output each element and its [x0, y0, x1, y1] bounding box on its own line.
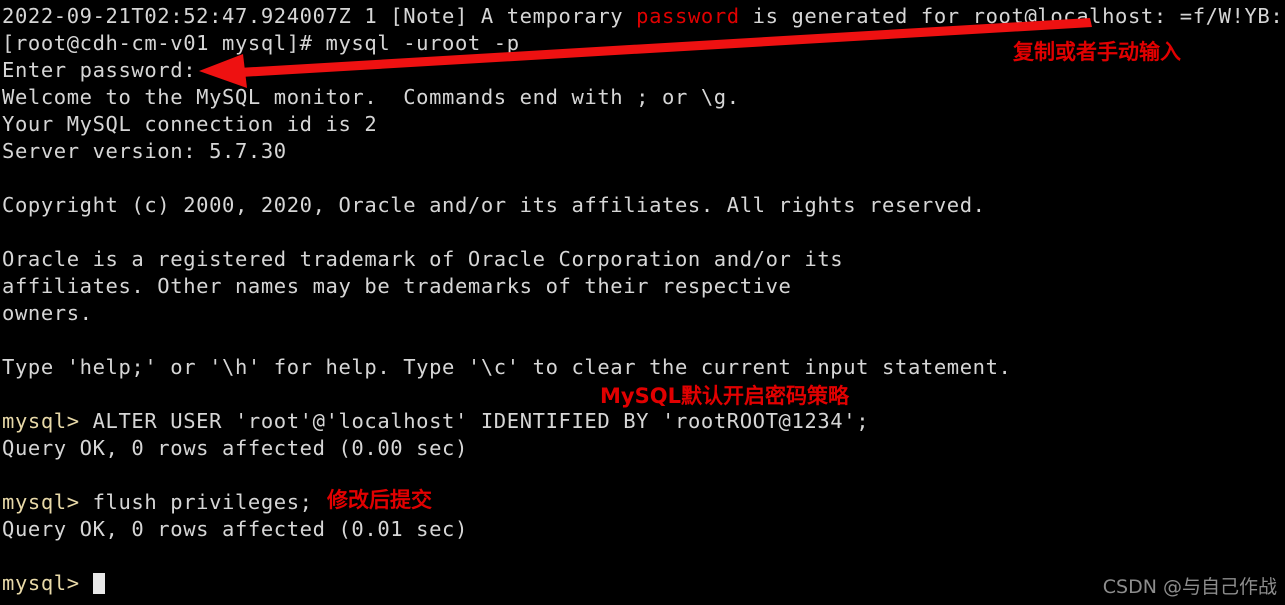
terminal-output: 2022-09-21T02:52:47.924007Z 1 [Note] A t…: [0, 0, 1285, 597]
terminal-line-trademark-line-1: Oracle is a registered trademark of Orac…: [2, 246, 1285, 273]
annotation-password-policy-note: MySQL默认开启密码策略: [600, 384, 849, 408]
terminal-text-normal: Query OK, 0 rows affected (0.00 sec): [2, 436, 468, 460]
terminal-line-copyright-line: Copyright (c) 2000, 2020, Oracle and/or …: [2, 192, 1285, 219]
terminal-text-normal: Your MySQL connection id is 2: [2, 112, 378, 136]
csdn-watermark: CSDN @与自己作战: [1102, 576, 1277, 598]
terminal-line-alter-user-command: mysql> ALTER USER 'root'@'localhost' IDE…: [2, 408, 1285, 435]
terminal-line-blank-6: [2, 543, 1285, 570]
terminal-text-normal: Query OK, 0 rows affected (0.01 sec): [2, 517, 468, 541]
terminal-text-prompt: mysql>: [2, 490, 93, 514]
annotation-copy-or-type-manually: 复制或者手动输入: [1013, 40, 1181, 64]
terminal-text-normal: is generated for root@localhost: =f/W!YB…: [739, 4, 1285, 28]
terminal-text-prompt: mysql>: [2, 571, 93, 595]
terminal-text-normal: Type 'help;' or '\h' for help. Type '\c'…: [2, 355, 1012, 379]
terminal-line-blank-1: [2, 165, 1285, 192]
terminal-line-log-temporary-password: 2022-09-21T02:52:47.924007Z 1 [Note] A t…: [2, 3, 1285, 30]
terminal-text-normal: Oracle is a registered trademark of Orac…: [2, 247, 844, 271]
terminal-line-active-prompt: mysql>: [2, 570, 1285, 597]
terminal-text-normal: ALTER USER 'root'@'localhost' IDENTIFIED…: [92, 409, 870, 433]
terminal-text-normal: affiliates. Other names may be trademark…: [2, 274, 792, 298]
terminal-text-normal: Enter password:: [2, 58, 197, 82]
terminal-line-welcome-banner: Welcome to the MySQL monitor. Commands e…: [2, 84, 1285, 111]
terminal-text-red: password: [636, 4, 740, 28]
terminal-text-normal: Server version: 5.7.30: [2, 139, 287, 163]
terminal-line-server-version: Server version: 5.7.30: [2, 138, 1285, 165]
terminal-line-connection-id: Your MySQL connection id is 2: [2, 111, 1285, 138]
terminal-window[interactable]: 2022-09-21T02:52:47.924007Z 1 [Note] A t…: [0, 0, 1285, 605]
terminal-text-normal: owners.: [2, 301, 93, 325]
terminal-text-normal: Copyright (c) 2000, 2020, Oracle and/or …: [2, 193, 986, 217]
terminal-line-flush-privileges-result: Query OK, 0 rows affected (0.01 sec): [2, 516, 1285, 543]
terminal-line-trademark-line-3: owners.: [2, 300, 1285, 327]
terminal-line-blank-5: [2, 462, 1285, 489]
terminal-text-normal: [root@cdh-cm-v01 mysql]# mysql -uroot -p: [2, 31, 520, 55]
annotation-commit-after-edit: 修改后提交: [327, 488, 432, 512]
terminal-line-alter-user-result: Query OK, 0 rows affected (0.00 sec): [2, 435, 1285, 462]
terminal-line-blank-3: [2, 327, 1285, 354]
terminal-line-flush-privileges-command: mysql> flush privileges;: [2, 489, 1285, 516]
terminal-line-help-hint-line: Type 'help;' or '\h' for help. Type '\c'…: [2, 354, 1285, 381]
terminal-text-normal: 2022-09-21T02:52:47.924007Z 1 [Note] A t…: [2, 4, 637, 28]
terminal-line-trademark-line-2: affiliates. Other names may be trademark…: [2, 273, 1285, 300]
terminal-text-normal: Welcome to the MySQL monitor. Commands e…: [2, 85, 740, 109]
terminal-text-normal: flush privileges;: [92, 490, 313, 514]
terminal-cursor: [92, 573, 105, 594]
terminal-line-blank-2: [2, 219, 1285, 246]
terminal-text-prompt: mysql>: [2, 409, 93, 433]
